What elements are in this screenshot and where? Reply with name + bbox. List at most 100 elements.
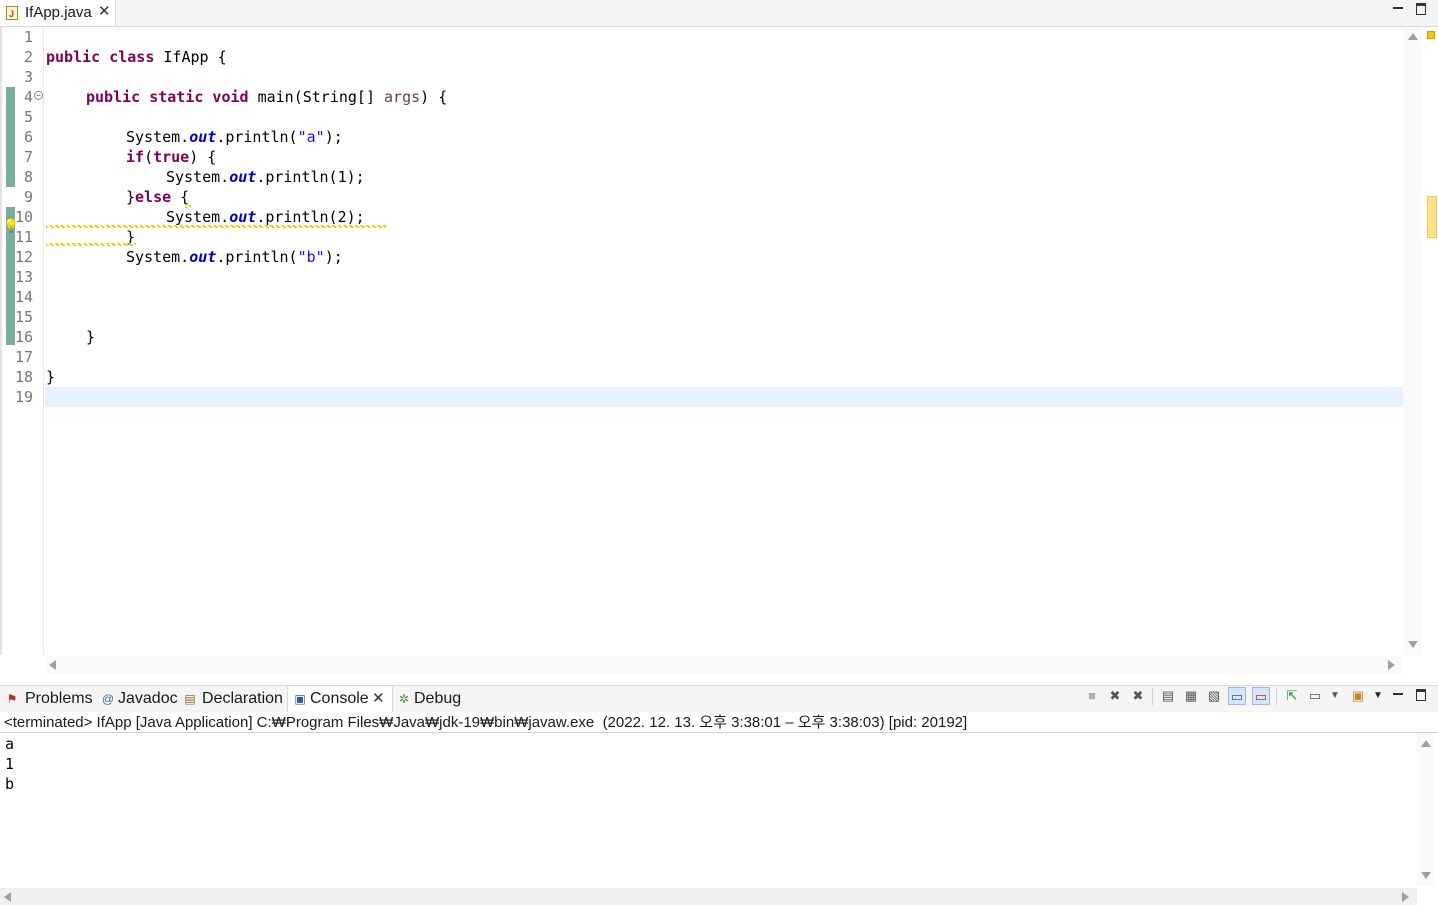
tab-debug[interactable]: ✲ Debug: [392, 686, 464, 712]
close-icon[interactable]: ✕: [98, 2, 111, 20]
remove-all-terminated-icon[interactable]: ✖: [1129, 687, 1147, 705]
code-text: .println(: [216, 128, 298, 146]
fold-collapse-icon[interactable]: −: [34, 91, 43, 100]
field: out: [189, 128, 217, 146]
warning-underline: [46, 243, 136, 246]
code-line: if(true) {: [126, 147, 216, 167]
line-number: 10: [14, 208, 33, 226]
javadoc-icon: @: [101, 692, 115, 706]
line-number: 19: [14, 388, 33, 406]
scroll-right-icon[interactable]: [1402, 892, 1409, 902]
code-text: System.: [126, 128, 190, 146]
minimize-icon[interactable]: [1392, 688, 1406, 702]
show-on-stderr-icon[interactable]: ▭: [1252, 687, 1270, 705]
editor-tab-ifapp[interactable]: J IfApp.java ✕: [0, 0, 116, 26]
clear-console-icon[interactable]: ▤: [1159, 687, 1177, 705]
line-number: 18: [14, 368, 33, 386]
scroll-up-icon[interactable]: [1408, 33, 1418, 40]
declaration-icon: ▤: [184, 692, 196, 706]
console-icon: ▣: [294, 692, 306, 706]
code-line: System.out.println(1);: [166, 167, 365, 187]
open-console-icon[interactable]: ▣: [1349, 687, 1367, 705]
code-text: ) {: [420, 88, 448, 106]
scroll-down-icon[interactable]: [1421, 872, 1431, 879]
string-literal: "b": [297, 248, 325, 266]
show-on-stdout-icon[interactable]: ▭: [1228, 687, 1246, 705]
console-output-line: b: [5, 775, 15, 793]
warning-underline: [46, 225, 386, 228]
line-number: 13: [14, 268, 33, 286]
scroll-lock-icon[interactable]: ▦: [1182, 687, 1200, 705]
tab-label: Debug: [414, 690, 462, 707]
view-menu-icon[interactable]: ▼: [1369, 687, 1387, 705]
tab-problems[interactable]: ⚑ Problems: [0, 686, 94, 712]
minimize-icon[interactable]: [1392, 2, 1406, 16]
overview-warning-marker[interactable]: [1427, 196, 1437, 238]
scroll-down-icon[interactable]: [1408, 641, 1418, 648]
word-wrap-icon[interactable]: ▧: [1205, 687, 1223, 705]
code-text: }: [126, 188, 136, 206]
code-text: );: [324, 248, 343, 266]
code-text: main(String[]: [248, 88, 385, 106]
console-output[interactable]: a 1 b: [2, 734, 1416, 886]
close-icon[interactable]: ✕: [372, 689, 385, 707]
overview-ruler[interactable]: [1422, 27, 1438, 655]
code-text: );: [324, 128, 343, 146]
warning-underline: [185, 205, 191, 208]
pin-console-icon[interactable]: ⇱: [1283, 687, 1301, 705]
keyword: else: [135, 188, 172, 206]
debug-icon: ✲: [398, 692, 410, 706]
terminate-icon[interactable]: ■: [1083, 687, 1101, 705]
display-console-icon[interactable]: ▭: [1306, 687, 1324, 705]
string-literal: "a": [297, 128, 325, 146]
line-number: 7: [23, 148, 33, 166]
editor-vertical-scrollbar[interactable]: [1404, 27, 1422, 655]
code-text: {: [171, 188, 190, 206]
code-text: .println(1);: [256, 168, 365, 186]
tab-label: Console: [310, 690, 369, 707]
scroll-up-icon[interactable]: [1421, 740, 1431, 747]
console-horizontal-scrollbar[interactable]: [0, 888, 1417, 905]
console-vertical-scrollbar[interactable]: [1417, 734, 1435, 886]
code-text: IfApp {: [154, 48, 227, 66]
line-number: 17: [14, 348, 33, 366]
tab-label: Javadoc: [118, 690, 178, 707]
field: out: [229, 168, 257, 186]
keyword: true: [153, 148, 190, 166]
scroll-left-icon[interactable]: [49, 660, 56, 670]
scroll-right-icon[interactable]: [1388, 660, 1395, 670]
warning-summary-icon[interactable]: [1427, 31, 1435, 39]
code-line: }: [86, 328, 96, 346]
code-text: System.: [166, 168, 230, 186]
code-text: System.: [166, 208, 230, 226]
line-number: 11: [14, 228, 33, 246]
maximize-icon[interactable]: [1415, 688, 1429, 702]
line-number: 2: [23, 48, 33, 66]
line-number-ruler: 1 2 3 4 5 6 7 8 9 10 11 12 13 14 15 16 1…: [14, 27, 44, 655]
console-output-line: a: [5, 735, 15, 753]
line-number: 5: [23, 108, 33, 126]
tab-declaration[interactable]: ▤ Declaration: [178, 686, 286, 712]
remove-launch-icon[interactable]: ✖: [1106, 687, 1124, 705]
code-editor[interactable]: public class IfApp { public static void …: [45, 27, 1403, 655]
tab-javadoc[interactable]: @ Javadoc: [96, 686, 178, 712]
tab-console[interactable]: ▣ Console ✕: [287, 686, 393, 712]
line-number: 16: [14, 328, 33, 346]
code-line: }: [46, 368, 56, 386]
chevron-down-icon[interactable]: ▼: [1326, 687, 1344, 705]
scroll-left-icon[interactable]: [4, 892, 11, 902]
maximize-icon[interactable]: [1415, 2, 1429, 16]
keyword: public class: [46, 48, 155, 66]
line-number: 8: [23, 168, 33, 186]
line-number: 6: [23, 128, 33, 146]
keyword: public static void: [86, 88, 249, 106]
code-line: public static void main(String[] args) {: [86, 87, 447, 107]
code-line: System.out.println("a");: [126, 127, 343, 147]
toolbar-separator: [1276, 688, 1277, 705]
line-number: 12: [14, 248, 33, 266]
code-text: (: [144, 148, 154, 166]
line-number: 9: [23, 188, 33, 206]
editor-horizontal-scrollbar[interactable]: [45, 656, 1403, 674]
parameter: args: [384, 88, 421, 106]
divider: [0, 732, 1438, 733]
